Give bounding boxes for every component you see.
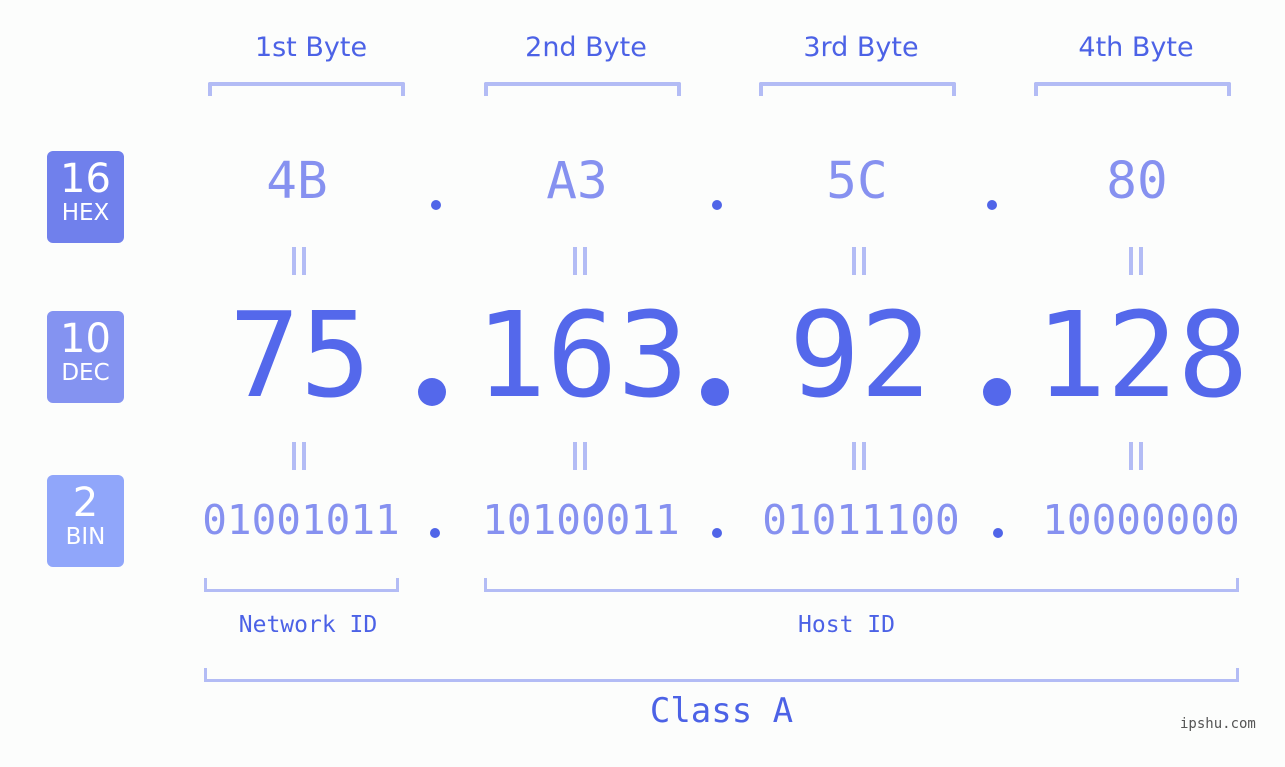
byte-bracket-1	[208, 82, 405, 96]
bin-value-1: 01001011	[202, 496, 400, 544]
bin-value-4: 10000000	[1042, 496, 1240, 544]
equals-icon	[573, 247, 587, 275]
hex-value-4: 80	[1106, 152, 1168, 211]
bin-separator-dot	[712, 528, 722, 538]
dec-badge-label: DEC	[61, 360, 110, 386]
byte-bracket-2	[484, 82, 681, 96]
network-id-bracket	[204, 578, 399, 592]
byte-title-2: 2nd Byte	[525, 32, 647, 63]
hex-badge-label: HEX	[61, 200, 110, 226]
hex-separator-dot	[712, 200, 722, 210]
network-id-label: Network ID	[238, 612, 378, 638]
dec-separator-dot	[701, 378, 729, 406]
dec-badge: 10 DEC	[47, 311, 124, 403]
equals-icon	[1129, 247, 1143, 275]
equals-icon	[1129, 442, 1143, 470]
hex-separator-dot	[431, 200, 441, 210]
hex-value-1: 4B	[266, 152, 328, 211]
dec-value-3: 92	[788, 286, 932, 424]
equals-icon	[852, 247, 866, 275]
bin-value-2: 10100011	[482, 496, 680, 544]
ip-class-label: Class A	[649, 691, 794, 731]
bin-badge-base: 2	[72, 480, 99, 526]
byte-title-3: 3rd Byte	[803, 32, 919, 63]
bin-value-3: 01011100	[762, 496, 960, 544]
bin-badge-label: BIN	[65, 524, 106, 550]
hex-badge: 16 HEX	[47, 151, 124, 243]
byte-title-1: 1st Byte	[254, 32, 368, 63]
bin-separator-dot	[430, 528, 440, 538]
equals-icon	[292, 247, 306, 275]
byte-bracket-4	[1034, 82, 1231, 96]
dec-value-1: 75	[228, 286, 372, 424]
equals-icon	[573, 442, 587, 470]
equals-icon	[852, 442, 866, 470]
dec-value-4: 128	[1035, 286, 1249, 424]
dec-separator-dot	[418, 378, 446, 406]
hex-value-3: 5C	[826, 152, 888, 211]
hex-separator-dot	[987, 200, 997, 210]
dec-badge-base: 10	[60, 316, 111, 362]
bin-separator-dot	[993, 528, 1003, 538]
class-bracket	[204, 668, 1239, 682]
byte-bracket-3	[759, 82, 956, 96]
host-id-label: Host ID	[798, 612, 895, 638]
watermark: ipshu.com	[1180, 716, 1256, 732]
equals-icon	[292, 442, 306, 470]
hex-badge-base: 16	[60, 156, 111, 202]
dec-value-2: 163	[475, 286, 689, 424]
byte-title-4: 4th Byte	[1078, 32, 1194, 63]
host-id-bracket	[484, 578, 1239, 592]
dec-separator-dot	[983, 378, 1011, 406]
hex-value-2: A3	[546, 152, 608, 211]
bin-badge: 2 BIN	[47, 475, 124, 567]
